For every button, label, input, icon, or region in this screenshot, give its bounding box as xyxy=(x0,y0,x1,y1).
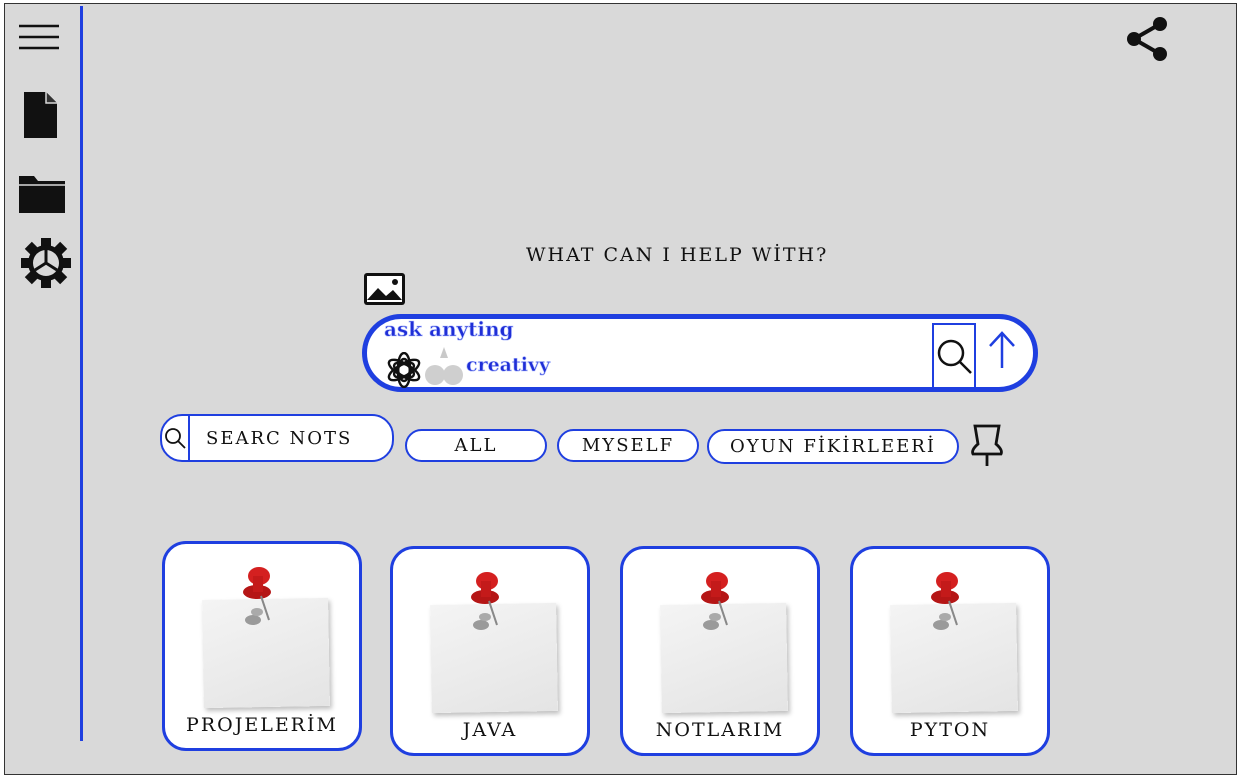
share-icon[interactable] xyxy=(1124,16,1172,66)
note-card-label: PROJELERİM xyxy=(186,714,338,736)
note-card-label: PYTON xyxy=(909,719,991,741)
menu-icon[interactable] xyxy=(18,24,60,54)
notes-search-icon-box[interactable] xyxy=(162,415,190,461)
pushpin-icon xyxy=(925,563,975,647)
note-card-label: JAVA xyxy=(462,719,518,741)
tab-oyun-fikirleeri-label: OYUN FİKİRLEERİ xyxy=(730,436,936,457)
pushpin-icon xyxy=(465,563,515,647)
image-icon[interactable] xyxy=(364,273,405,309)
tab-all-label: ALL xyxy=(454,435,498,456)
pushpin-icon xyxy=(695,563,745,647)
tab-all[interactable]: ALL xyxy=(405,429,547,462)
ask-placeholder[interactable]: ask anyting xyxy=(384,317,514,342)
tab-myself-label: MYSELF xyxy=(581,435,675,456)
tab-myself[interactable]: MYSELF xyxy=(557,429,699,462)
note-card[interactable]: NOTLARIM xyxy=(620,546,820,756)
note-card-label: NOTLARIM xyxy=(655,719,785,741)
note-card[interactable]: PYTON xyxy=(850,546,1050,756)
settings-icon[interactable] xyxy=(20,237,72,293)
send-arrow-icon[interactable] xyxy=(986,330,1018,374)
document-icon[interactable] xyxy=(21,90,59,144)
pin-icon[interactable] xyxy=(967,422,1007,472)
search-icon xyxy=(937,339,972,374)
sidebar-divider xyxy=(80,6,83,741)
note-card[interactable]: JAVA xyxy=(390,546,590,756)
tab-oyun-fikirleeri[interactable]: OYUN FİKİRLEERİ xyxy=(707,429,959,464)
mode-label[interactable]: creativy xyxy=(466,354,551,377)
page-title: WHAT CAN I HELP WİTH? xyxy=(526,244,829,266)
note-card[interactable]: PROJELERİM xyxy=(162,541,362,751)
search-notes-field[interactable]: SEARC NOTS xyxy=(160,414,394,462)
openai-icon[interactable] xyxy=(386,351,422,392)
pushpin-icon xyxy=(237,558,287,642)
search-icon xyxy=(165,428,186,449)
ask-search-button[interactable] xyxy=(932,323,976,389)
folder-icon[interactable] xyxy=(18,172,66,218)
search-notes-label: SEARC NOTS xyxy=(206,427,353,449)
drops-icon[interactable] xyxy=(424,346,464,390)
